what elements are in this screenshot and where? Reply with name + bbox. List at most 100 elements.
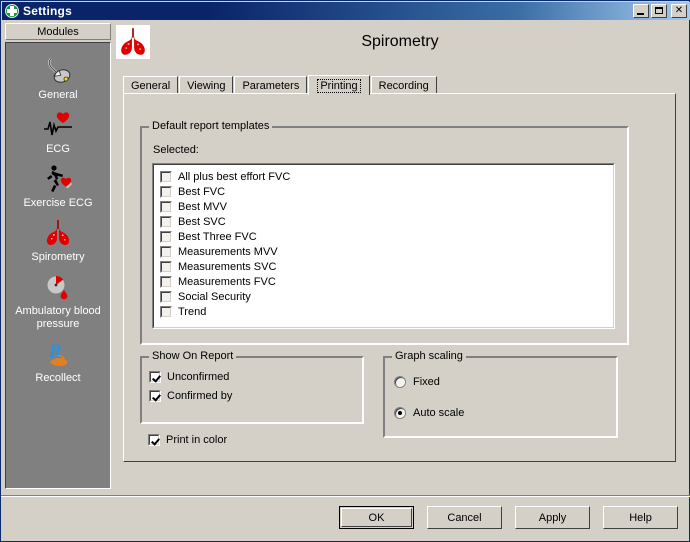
sidebar-header: Modules bbox=[5, 23, 111, 40]
checkbox[interactable] bbox=[160, 170, 172, 183]
tab-recording[interactable]: Recording bbox=[370, 76, 437, 94]
default-report-templates-group: Default report templates Selected: All p… bbox=[140, 120, 629, 345]
divider bbox=[1, 495, 690, 497]
checkbox[interactable] bbox=[160, 215, 172, 228]
minimize-button[interactable] bbox=[633, 4, 649, 18]
checkbox[interactable] bbox=[160, 185, 172, 198]
radio-label: Auto scale bbox=[413, 407, 465, 419]
checkbox[interactable] bbox=[160, 275, 172, 288]
checkbox[interactable] bbox=[160, 245, 172, 258]
list-item[interactable]: Measurements SVC bbox=[160, 259, 613, 274]
tab-label: Recording bbox=[378, 79, 429, 92]
modules-sidebar: Modules General ECG Exercise ECG Spirome… bbox=[5, 23, 111, 489]
list-item-label: Best Three FVC bbox=[178, 230, 257, 243]
apply-button[interactable]: Apply bbox=[515, 506, 590, 529]
checkbox[interactable] bbox=[160, 230, 172, 243]
tab-label: Parameters bbox=[242, 79, 300, 92]
button-label: OK bbox=[368, 511, 385, 524]
list-item-label: All plus best effort FVC bbox=[178, 170, 291, 183]
list-item-label: Measurements MVV bbox=[178, 245, 278, 258]
radio-button[interactable] bbox=[394, 407, 406, 419]
group-title: Graph scaling bbox=[392, 350, 466, 362]
sidebar-item-label: ECG bbox=[46, 143, 70, 155]
list-item[interactable]: Best Three FVC bbox=[160, 229, 613, 244]
list-item-label: Best SVC bbox=[178, 215, 226, 228]
sidebar-item-recollect[interactable]: R Recollect bbox=[6, 338, 110, 385]
tab-strip: General Viewing Parameters Printing Reco… bbox=[123, 75, 686, 95]
checkbox[interactable] bbox=[160, 200, 172, 213]
button-label: Cancel bbox=[447, 511, 482, 524]
sidebar-item-label: Spirometry bbox=[31, 251, 85, 263]
sidebar-item-general[interactable]: General bbox=[6, 55, 110, 102]
sidebar-header-label: Modules bbox=[37, 25, 79, 38]
window-controls: ✕ bbox=[633, 4, 687, 18]
list-item[interactable]: All plus best effort FVC bbox=[160, 169, 613, 184]
close-icon: ✕ bbox=[674, 5, 684, 16]
checkbox-label: Unconfirmed bbox=[167, 371, 230, 383]
list-item[interactable]: Measurements FVC bbox=[160, 274, 613, 289]
list-item[interactable]: Social Security bbox=[160, 289, 613, 304]
checkbox-label: Confirmed by bbox=[167, 390, 233, 402]
ecg-heart-icon bbox=[42, 109, 74, 141]
radio-label: Fixed bbox=[413, 376, 440, 388]
sidebar-item-ecg[interactable]: ECG bbox=[6, 109, 110, 156]
list-item-label: Trend bbox=[178, 305, 207, 318]
maximize-button[interactable] bbox=[651, 4, 667, 18]
sidebar-item-label: Exercise ECG bbox=[23, 197, 93, 209]
checkbox-confirmed-by[interactable]: Confirmed by bbox=[149, 390, 232, 402]
list-item[interactable]: Best MVV bbox=[160, 199, 613, 214]
dialog-button-bar: OK Cancel Apply Help bbox=[1, 506, 690, 536]
tab-general[interactable]: General bbox=[123, 76, 179, 94]
selected-label: Selected: bbox=[153, 144, 199, 156]
checkbox[interactable] bbox=[160, 260, 172, 273]
tab-viewing[interactable]: Viewing bbox=[179, 76, 234, 94]
help-button[interactable]: Help bbox=[603, 506, 678, 529]
graph-scaling-group: Graph scaling Fixed Auto scale bbox=[383, 350, 618, 438]
sidebar-item-label: Recollect bbox=[35, 372, 81, 384]
show-on-report-group: Show On Report Unconfirmed Confirmed by bbox=[140, 350, 364, 424]
checkbox[interactable] bbox=[148, 434, 160, 446]
group-title: Show On Report bbox=[149, 350, 237, 362]
list-item-label: Best FVC bbox=[178, 185, 226, 198]
sidebar-item-spirometry[interactable]: Spirometry bbox=[6, 217, 110, 264]
radio-auto-scale[interactable]: Auto scale bbox=[394, 407, 464, 419]
close-button[interactable]: ✕ bbox=[671, 4, 687, 18]
tab-label: Viewing bbox=[187, 79, 226, 92]
sidebar-item-exercise-ecg[interactable]: Exercise ECG bbox=[6, 163, 110, 210]
list-item[interactable]: Best SVC bbox=[160, 214, 613, 229]
tab-label: Printing bbox=[317, 78, 361, 93]
templates-listbox[interactable]: All plus best effort FVC Best FVC Best M… bbox=[152, 163, 615, 329]
tab-parameters[interactable]: Parameters bbox=[234, 76, 308, 94]
rx-icon: R bbox=[42, 338, 74, 370]
tab-label: General bbox=[131, 79, 171, 92]
checkbox-unconfirmed[interactable]: Unconfirmed bbox=[149, 371, 229, 383]
radio-button[interactable] bbox=[394, 376, 406, 388]
list-item-label: Social Security bbox=[178, 290, 251, 303]
checkbox[interactable] bbox=[160, 305, 172, 318]
main-panel: Spirometry General Viewing Parameters Pr… bbox=[114, 23, 686, 489]
sidebar-list: General ECG Exercise ECG Spirometry Ambu… bbox=[5, 42, 111, 489]
list-item-label: Best MVV bbox=[178, 200, 227, 213]
ok-button[interactable]: OK bbox=[339, 506, 414, 529]
checkbox-print-in-color[interactable]: Print in color bbox=[148, 434, 227, 446]
list-item-label: Measurements FVC bbox=[178, 275, 276, 288]
cancel-button[interactable]: Cancel bbox=[427, 506, 502, 529]
runner-heart-icon bbox=[42, 163, 74, 195]
checkbox[interactable] bbox=[149, 390, 161, 402]
checkbox[interactable] bbox=[160, 290, 172, 303]
title-bar: Settings ✕ bbox=[2, 2, 690, 20]
tab-page-printing: Default report templates Selected: All p… bbox=[123, 93, 676, 462]
list-item[interactable]: Measurements MVV bbox=[160, 244, 613, 259]
sidebar-item-label: General bbox=[38, 89, 78, 101]
blood-pressure-icon bbox=[42, 271, 74, 303]
sidebar-item-ambulatory-blood-pressure[interactable]: Ambulatory blood pressure bbox=[6, 271, 110, 331]
checkbox[interactable] bbox=[149, 371, 161, 383]
radio-fixed[interactable]: Fixed bbox=[394, 376, 440, 388]
tab-printing[interactable]: Printing bbox=[308, 75, 370, 95]
page-title: Spirometry bbox=[361, 33, 439, 50]
list-item[interactable]: Trend bbox=[160, 304, 613, 319]
mouse-icon bbox=[42, 55, 74, 87]
sidebar-item-label: Ambulatory blood pressure bbox=[15, 305, 101, 330]
checkbox-label: Print in color bbox=[166, 434, 228, 446]
list-item[interactable]: Best FVC bbox=[160, 184, 613, 199]
